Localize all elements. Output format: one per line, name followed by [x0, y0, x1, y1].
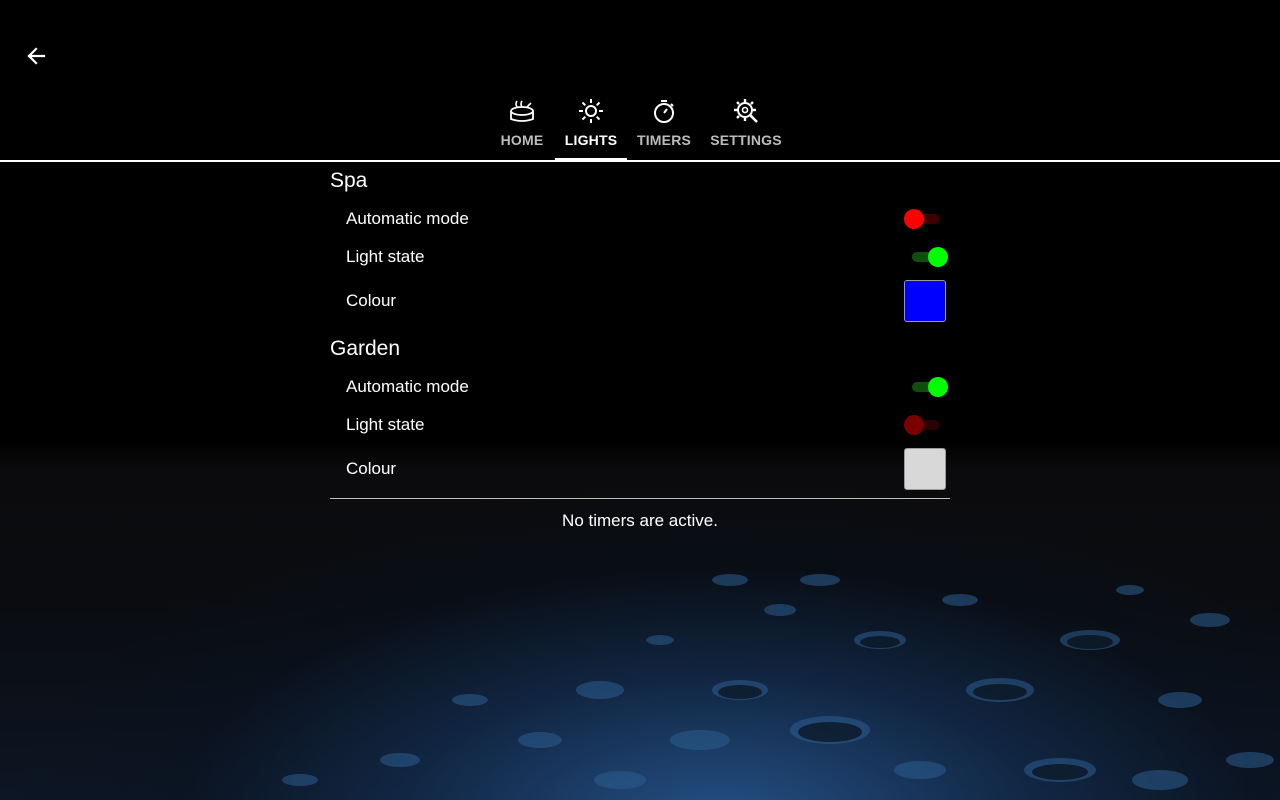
garden-light-state-row: Light state [330, 406, 950, 444]
spa-automatic-mode-label: Automatic mode [346, 209, 469, 228]
garden-light-state-toggle[interactable] [904, 413, 948, 437]
tab-settings[interactable]: SETTINGS [701, 90, 791, 160]
spa-colour-swatch[interactable] [904, 280, 946, 322]
arrow-left-icon [27, 47, 46, 65]
back-button[interactable] [20, 40, 52, 72]
lights-list: Spa Automatic mode Light state Colour Ga… [330, 162, 950, 531]
group-title-garden: Garden [330, 337, 401, 360]
tab-settings-label: SETTINGS [710, 132, 782, 148]
spa-light-state-row: Light state [330, 238, 950, 276]
timers-status: No timers are active. [562, 511, 718, 530]
garden-automatic-mode-label: Automatic mode [346, 377, 469, 396]
spa-colour-label: Colour [346, 291, 397, 310]
garden-light-state-label: Light state [346, 415, 425, 434]
hot-tub-icon [507, 96, 537, 126]
tab-home-label: HOME [500, 132, 544, 148]
gear-wrench-icon [731, 96, 761, 126]
tab-timers-label: TIMERS [636, 132, 692, 148]
spa-light-state-toggle[interactable] [904, 245, 948, 269]
spa-colour-row: Colour [330, 276, 950, 326]
sun-icon [576, 96, 606, 126]
spa-automatic-mode-toggle[interactable] [904, 207, 948, 231]
spa-light-state-label: Light state [346, 247, 425, 266]
lights-screen: HOME LIGHTS TIMERS SETTINGS Spa Automati… [0, 0, 1280, 800]
garden-automatic-mode-toggle[interactable] [904, 375, 948, 399]
garden-colour-swatch[interactable] [904, 448, 946, 490]
garden-colour-label: Colour [346, 459, 397, 478]
stopwatch-icon [649, 96, 679, 126]
tab-timers[interactable]: TIMERS [627, 90, 701, 160]
tab-lights-label: LIGHTS [564, 132, 618, 148]
spa-automatic-mode-row: Automatic mode [330, 200, 950, 238]
tab-lights[interactable]: LIGHTS [555, 90, 627, 161]
tab-bar: HOME LIGHTS TIMERS SETTINGS [0, 90, 1280, 162]
timers-divider [330, 498, 950, 499]
group-title-spa: Spa [330, 169, 368, 192]
garden-colour-row: Colour [330, 444, 950, 494]
garden-automatic-mode-row: Automatic mode [330, 368, 950, 406]
tab-home[interactable]: HOME [489, 90, 555, 160]
